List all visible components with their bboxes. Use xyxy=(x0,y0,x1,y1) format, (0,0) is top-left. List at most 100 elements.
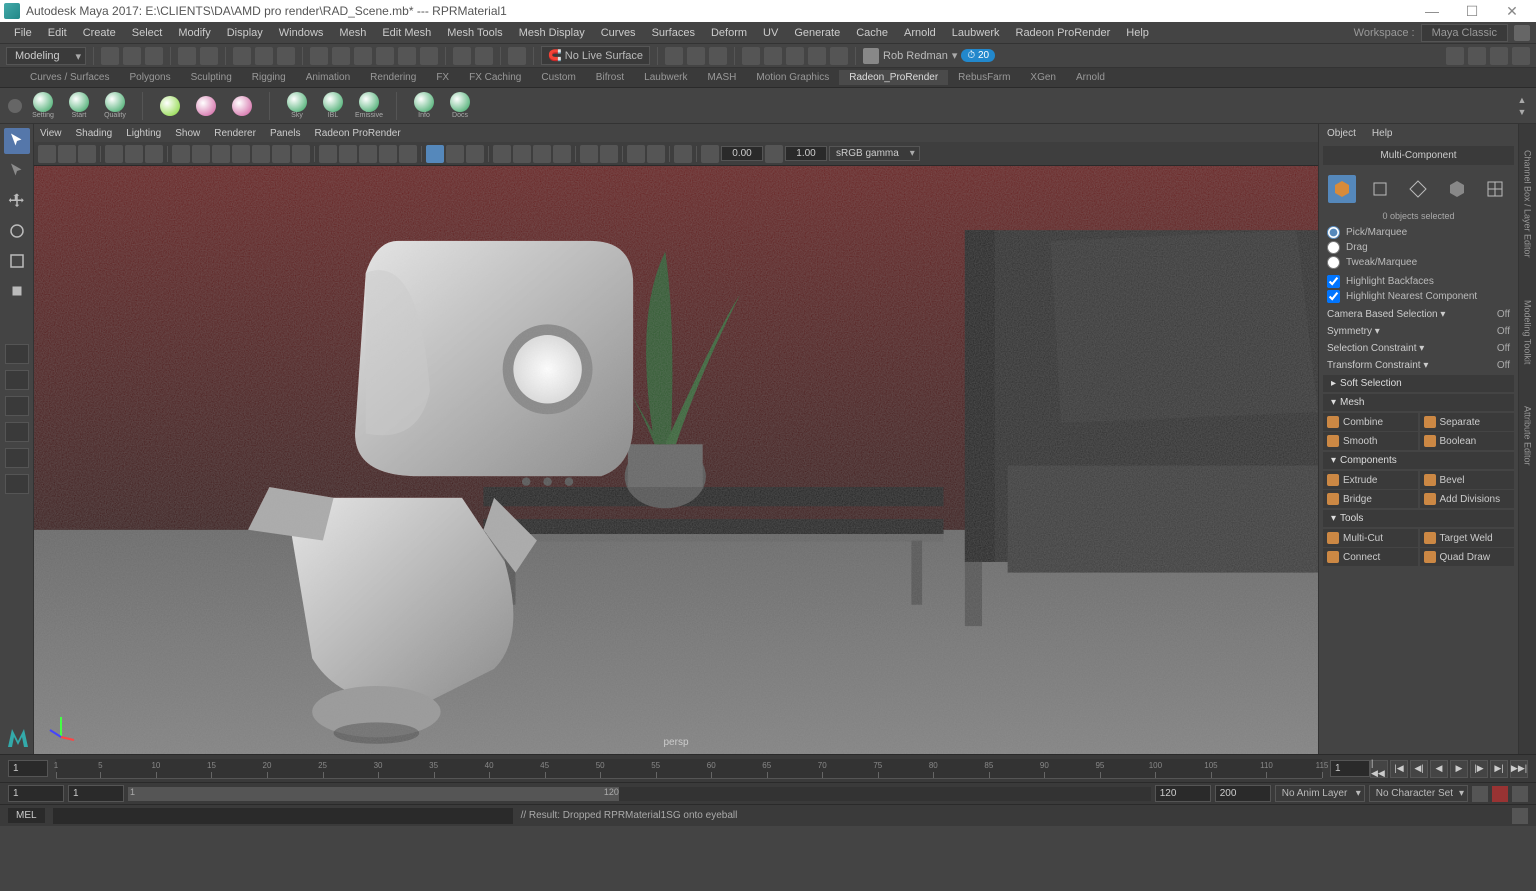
shelf-tab-arnold[interactable]: Arnold xyxy=(1066,70,1115,85)
gate-mask-icon[interactable] xyxy=(232,145,250,163)
shelf-editor-icon[interactable] xyxy=(8,99,22,113)
viewmenu-radeon-prorender[interactable]: Radeon ProRender xyxy=(315,128,401,139)
smooth-shade-icon[interactable] xyxy=(339,145,357,163)
shelf-item-emissive[interactable]: Emissive xyxy=(354,91,384,121)
anim-prefs-icon[interactable] xyxy=(1512,786,1528,802)
image-plane-icon[interactable] xyxy=(105,145,123,163)
close-button[interactable]: ✕ xyxy=(1492,3,1532,20)
face-mode-icon[interactable] xyxy=(1443,175,1471,203)
playblast-icon[interactable] xyxy=(830,47,848,65)
radio-pick-marquee[interactable] xyxy=(1327,226,1340,239)
viewmenu-shading[interactable]: Shading xyxy=(76,128,113,139)
end-frame-field[interactable]: 1 xyxy=(1330,760,1370,777)
modelingtoolkit-toggle-icon[interactable] xyxy=(1512,47,1530,65)
menu-mesh-display[interactable]: Mesh Display xyxy=(511,25,593,41)
uv-mode-icon[interactable] xyxy=(1481,175,1509,203)
redo-icon[interactable] xyxy=(200,47,218,65)
gamma-icon[interactable] xyxy=(765,145,783,163)
shelf-scroll-down[interactable]: ▼ xyxy=(1516,107,1528,117)
render-current-icon[interactable] xyxy=(665,47,683,65)
output-connections-icon[interactable] xyxy=(475,47,493,65)
live-surface-dropdown[interactable]: 🧲 No Live Surface xyxy=(541,46,650,65)
command-input[interactable] xyxy=(53,808,513,824)
fit-all-icon[interactable] xyxy=(647,145,665,163)
xray-icon[interactable] xyxy=(446,145,464,163)
notification-badge[interactable]: ⏱ 20 xyxy=(961,49,995,62)
tools-header[interactable]: ▾ Tools xyxy=(1323,510,1514,527)
shelf-tab-fx[interactable]: FX xyxy=(426,70,459,85)
multisample-aa-icon[interactable] xyxy=(533,145,551,163)
lock-camera-icon[interactable] xyxy=(58,145,76,163)
scale-tool[interactable] xyxy=(4,248,30,274)
select-component-icon[interactable] xyxy=(277,47,295,65)
tab-object[interactable]: Object xyxy=(1327,128,1356,139)
viewmenu-lighting[interactable]: Lighting xyxy=(126,128,161,139)
object-mode-icon[interactable] xyxy=(1328,175,1356,203)
script-editor-icon[interactable] xyxy=(1512,808,1528,824)
button-smooth[interactable]: Smooth xyxy=(1323,432,1418,450)
persp-graph-layout[interactable] xyxy=(5,474,29,494)
mesh-header[interactable]: ▾ Mesh xyxy=(1323,394,1514,411)
two-pane-side-layout[interactable] xyxy=(5,422,29,442)
select-object-icon[interactable] xyxy=(255,47,273,65)
sidetab-modeling-toolkit[interactable]: Modeling Toolkit xyxy=(1521,294,1535,370)
dropdown-camera-based-selection[interactable]: Camera Based Selection ▾Off xyxy=(1319,306,1518,323)
use-lights-icon[interactable] xyxy=(379,145,397,163)
toolbox-toggle-icon[interactable] xyxy=(1446,47,1464,65)
menu-uv[interactable]: UV xyxy=(755,25,786,41)
step-forward-button[interactable]: |▶ xyxy=(1470,760,1488,778)
radio-drag[interactable] xyxy=(1327,241,1340,254)
open-scene-icon[interactable] xyxy=(123,47,141,65)
grid-icon[interactable] xyxy=(172,145,190,163)
button-boolean[interactable]: Boolean xyxy=(1420,432,1515,450)
shelf-tab-rendering[interactable]: Rendering xyxy=(360,70,426,85)
play-forwards-button[interactable]: ▶ xyxy=(1450,760,1468,778)
2d-pan-icon[interactable] xyxy=(125,145,143,163)
snap-point-icon[interactable] xyxy=(354,47,372,65)
anim-start-field[interactable]: 1 xyxy=(8,785,64,802)
auto-key-icon[interactable] xyxy=(1472,786,1488,802)
menu-deform[interactable]: Deform xyxy=(703,25,755,41)
menu-radeon-prorender[interactable]: Radeon ProRender xyxy=(1008,25,1119,41)
menu-curves[interactable]: Curves xyxy=(593,25,644,41)
pane-layout-icon[interactable] xyxy=(764,47,782,65)
motion-blur-icon[interactable] xyxy=(513,145,531,163)
menu-surfaces[interactable]: Surfaces xyxy=(644,25,703,41)
radio-tweak-marquee[interactable] xyxy=(1327,256,1340,269)
button-combine[interactable]: Combine xyxy=(1323,413,1418,431)
menu-help[interactable]: Help xyxy=(1118,25,1157,41)
tab-help[interactable]: Help xyxy=(1372,128,1393,139)
shelf-item-sky[interactable]: Sky xyxy=(282,91,312,121)
shelf-item-material[interactable] xyxy=(155,91,185,121)
menu-modify[interactable]: Modify xyxy=(170,25,218,41)
gamma-field[interactable]: 1.00 xyxy=(785,146,827,161)
menu-edit[interactable]: Edit xyxy=(40,25,75,41)
button-extrude[interactable]: Extrude xyxy=(1323,471,1418,489)
save-scene-icon[interactable] xyxy=(145,47,163,65)
fit-view-icon[interactable] xyxy=(627,145,645,163)
quick-field-icon[interactable] xyxy=(742,47,760,65)
shelf-tab-animation[interactable]: Animation xyxy=(296,70,360,85)
anim-layer-dropdown[interactable]: No Anim Layer xyxy=(1275,785,1365,802)
channelbox-toggle-icon[interactable] xyxy=(1468,47,1486,65)
dropdown-selection-constraint[interactable]: Selection Constraint ▾Off xyxy=(1319,340,1518,357)
film-gate-icon[interactable] xyxy=(192,145,210,163)
minimize-button[interactable]: — xyxy=(1412,3,1452,19)
menu-cache[interactable]: Cache xyxy=(848,25,896,41)
shelf-tab-bifrost[interactable]: Bifrost xyxy=(586,70,634,85)
user-account[interactable]: Rob Redman ▾ ⏱ 20 xyxy=(863,48,995,64)
menu-mesh[interactable]: Mesh xyxy=(331,25,374,41)
field-chart-icon[interactable] xyxy=(252,145,270,163)
button-connect[interactable]: Connect xyxy=(1323,548,1418,566)
viewmenu-renderer[interactable]: Renderer xyxy=(214,128,256,139)
step-back-button[interactable]: ◀| xyxy=(1410,760,1428,778)
sidetab-channel-box-layer-editor[interactable]: Channel Box / Layer Editor xyxy=(1521,144,1535,264)
shelf-item-quality[interactable]: Quality xyxy=(100,91,130,121)
shelf-tab-radeon-prorender[interactable]: Radeon_ProRender xyxy=(839,70,948,85)
xray-joints-icon[interactable] xyxy=(466,145,484,163)
snap-grid-icon[interactable] xyxy=(310,47,328,65)
go-to-start-button[interactable]: |◀◀ xyxy=(1370,760,1388,778)
button-bridge[interactable]: Bridge xyxy=(1323,490,1418,508)
range-end-field[interactable]: 120 xyxy=(1155,785,1211,802)
sidetab-attribute-editor[interactable]: Attribute Editor xyxy=(1521,400,1535,472)
